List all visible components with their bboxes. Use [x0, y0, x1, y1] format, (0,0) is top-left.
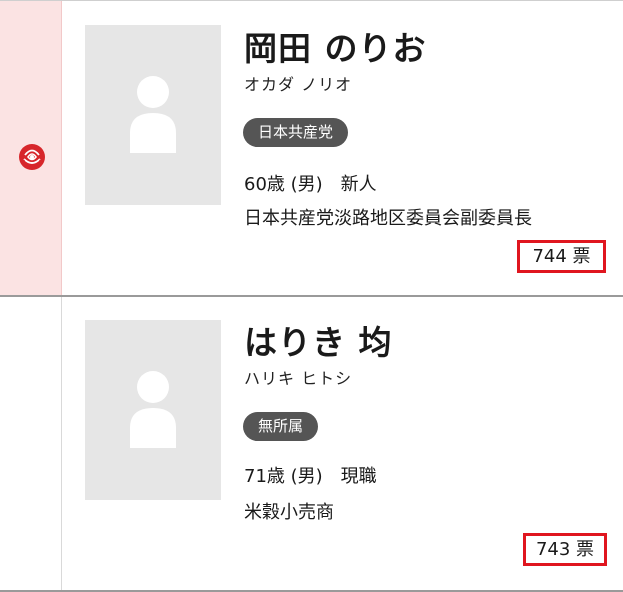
age-gender: 60歳 (男): [244, 174, 323, 195]
vote-count: 744 票: [517, 240, 606, 273]
person-placeholder-icon: [130, 371, 176, 448]
person-placeholder-icon: [130, 76, 176, 153]
candidate-age-status: 71歳 (男) 現職: [244, 466, 377, 488]
candidate-occupation: 米穀小売商: [244, 502, 334, 523]
party-badge: 日本共産党: [243, 118, 349, 147]
elected-marker-column: [0, 297, 62, 590]
candidate-status: 現職: [340, 466, 377, 487]
elected-marker-column: [0, 1, 62, 295]
candidate-photo: [85, 320, 221, 500]
candidate-name: はりき 均: [244, 323, 393, 362]
candidate-photo: [85, 25, 221, 205]
candidate-age-status: 60歳 (男) 新人: [244, 174, 377, 196]
candidate-kana: ハリキ ヒトシ: [244, 369, 353, 388]
rose-icon: [19, 144, 45, 170]
candidate-list: 岡田 のりお オカダ ノリオ 日本共産党 60歳 (男) 新人 日本共産党淡路地区…: [0, 0, 623, 592]
candidate-occupation: 日本共産党淡路地区委員会副委員長: [244, 208, 532, 229]
candidate-card: はりき 均 ハリキ ヒトシ 無所属 71歳 (男) 現職 米穀小売商 743 票: [0, 297, 623, 592]
age-gender: 71歳 (男): [244, 466, 323, 487]
candidate-status: 新人: [340, 174, 377, 195]
candidate-name: 岡田 のりお: [244, 29, 427, 68]
vote-count: 743 票: [523, 533, 607, 566]
candidate-card: 岡田 のりお オカダ ノリオ 日本共産党 60歳 (男) 新人 日本共産党淡路地区…: [0, 1, 623, 297]
candidate-kana: オカダ ノリオ: [244, 75, 353, 94]
party-badge: 無所属: [243, 412, 319, 441]
